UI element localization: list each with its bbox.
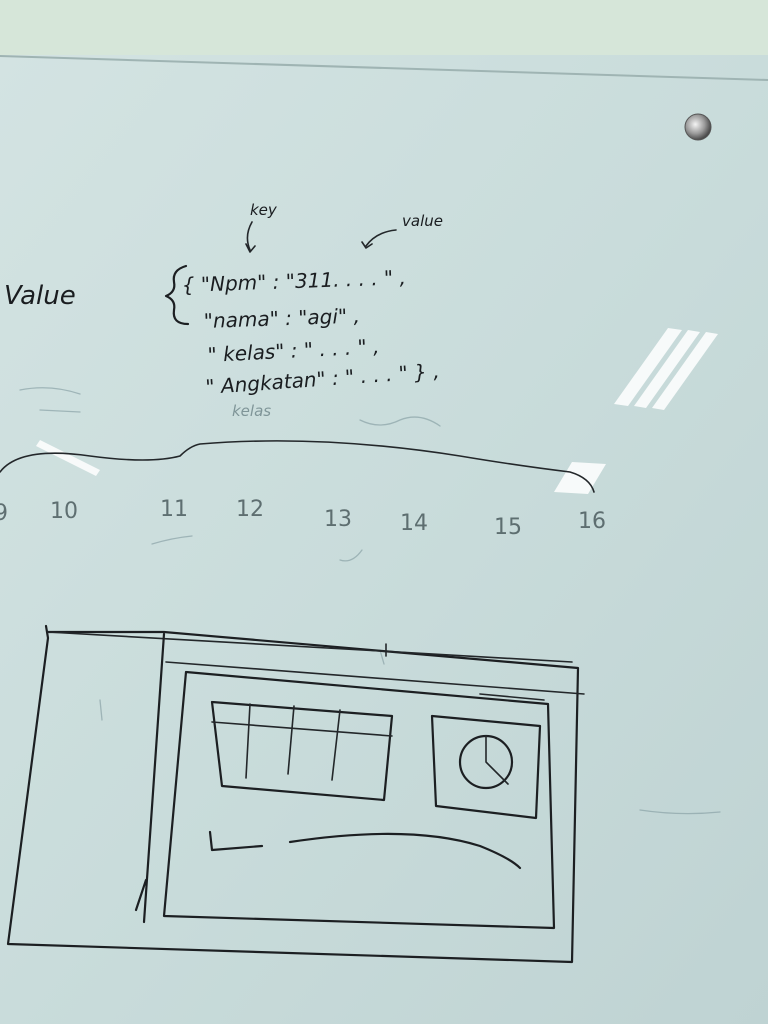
timeline-number-14: 14: [400, 511, 428, 536]
value-label: Value: [4, 281, 76, 311]
timeline-number-9: 9: [0, 501, 8, 526]
whiteboard-photo: Value key value { "Npm" : "311. . . . " …: [0, 0, 768, 1024]
timeline-number-12: 12: [236, 497, 264, 522]
faint-note: kelas: [232, 402, 271, 420]
annotation-value: value: [402, 212, 443, 230]
timeline-number-11: 11: [160, 497, 188, 522]
timeline-number-10: 10: [50, 499, 78, 524]
annotation-key: key: [250, 201, 278, 219]
wall: [0, 0, 768, 60]
timeline-number-15: 15: [494, 515, 522, 540]
glass-board: [0, 55, 768, 1024]
board-mount-knob: [684, 113, 712, 141]
timeline-number-16: 16: [578, 509, 606, 534]
timeline-number-13: 13: [324, 507, 352, 532]
